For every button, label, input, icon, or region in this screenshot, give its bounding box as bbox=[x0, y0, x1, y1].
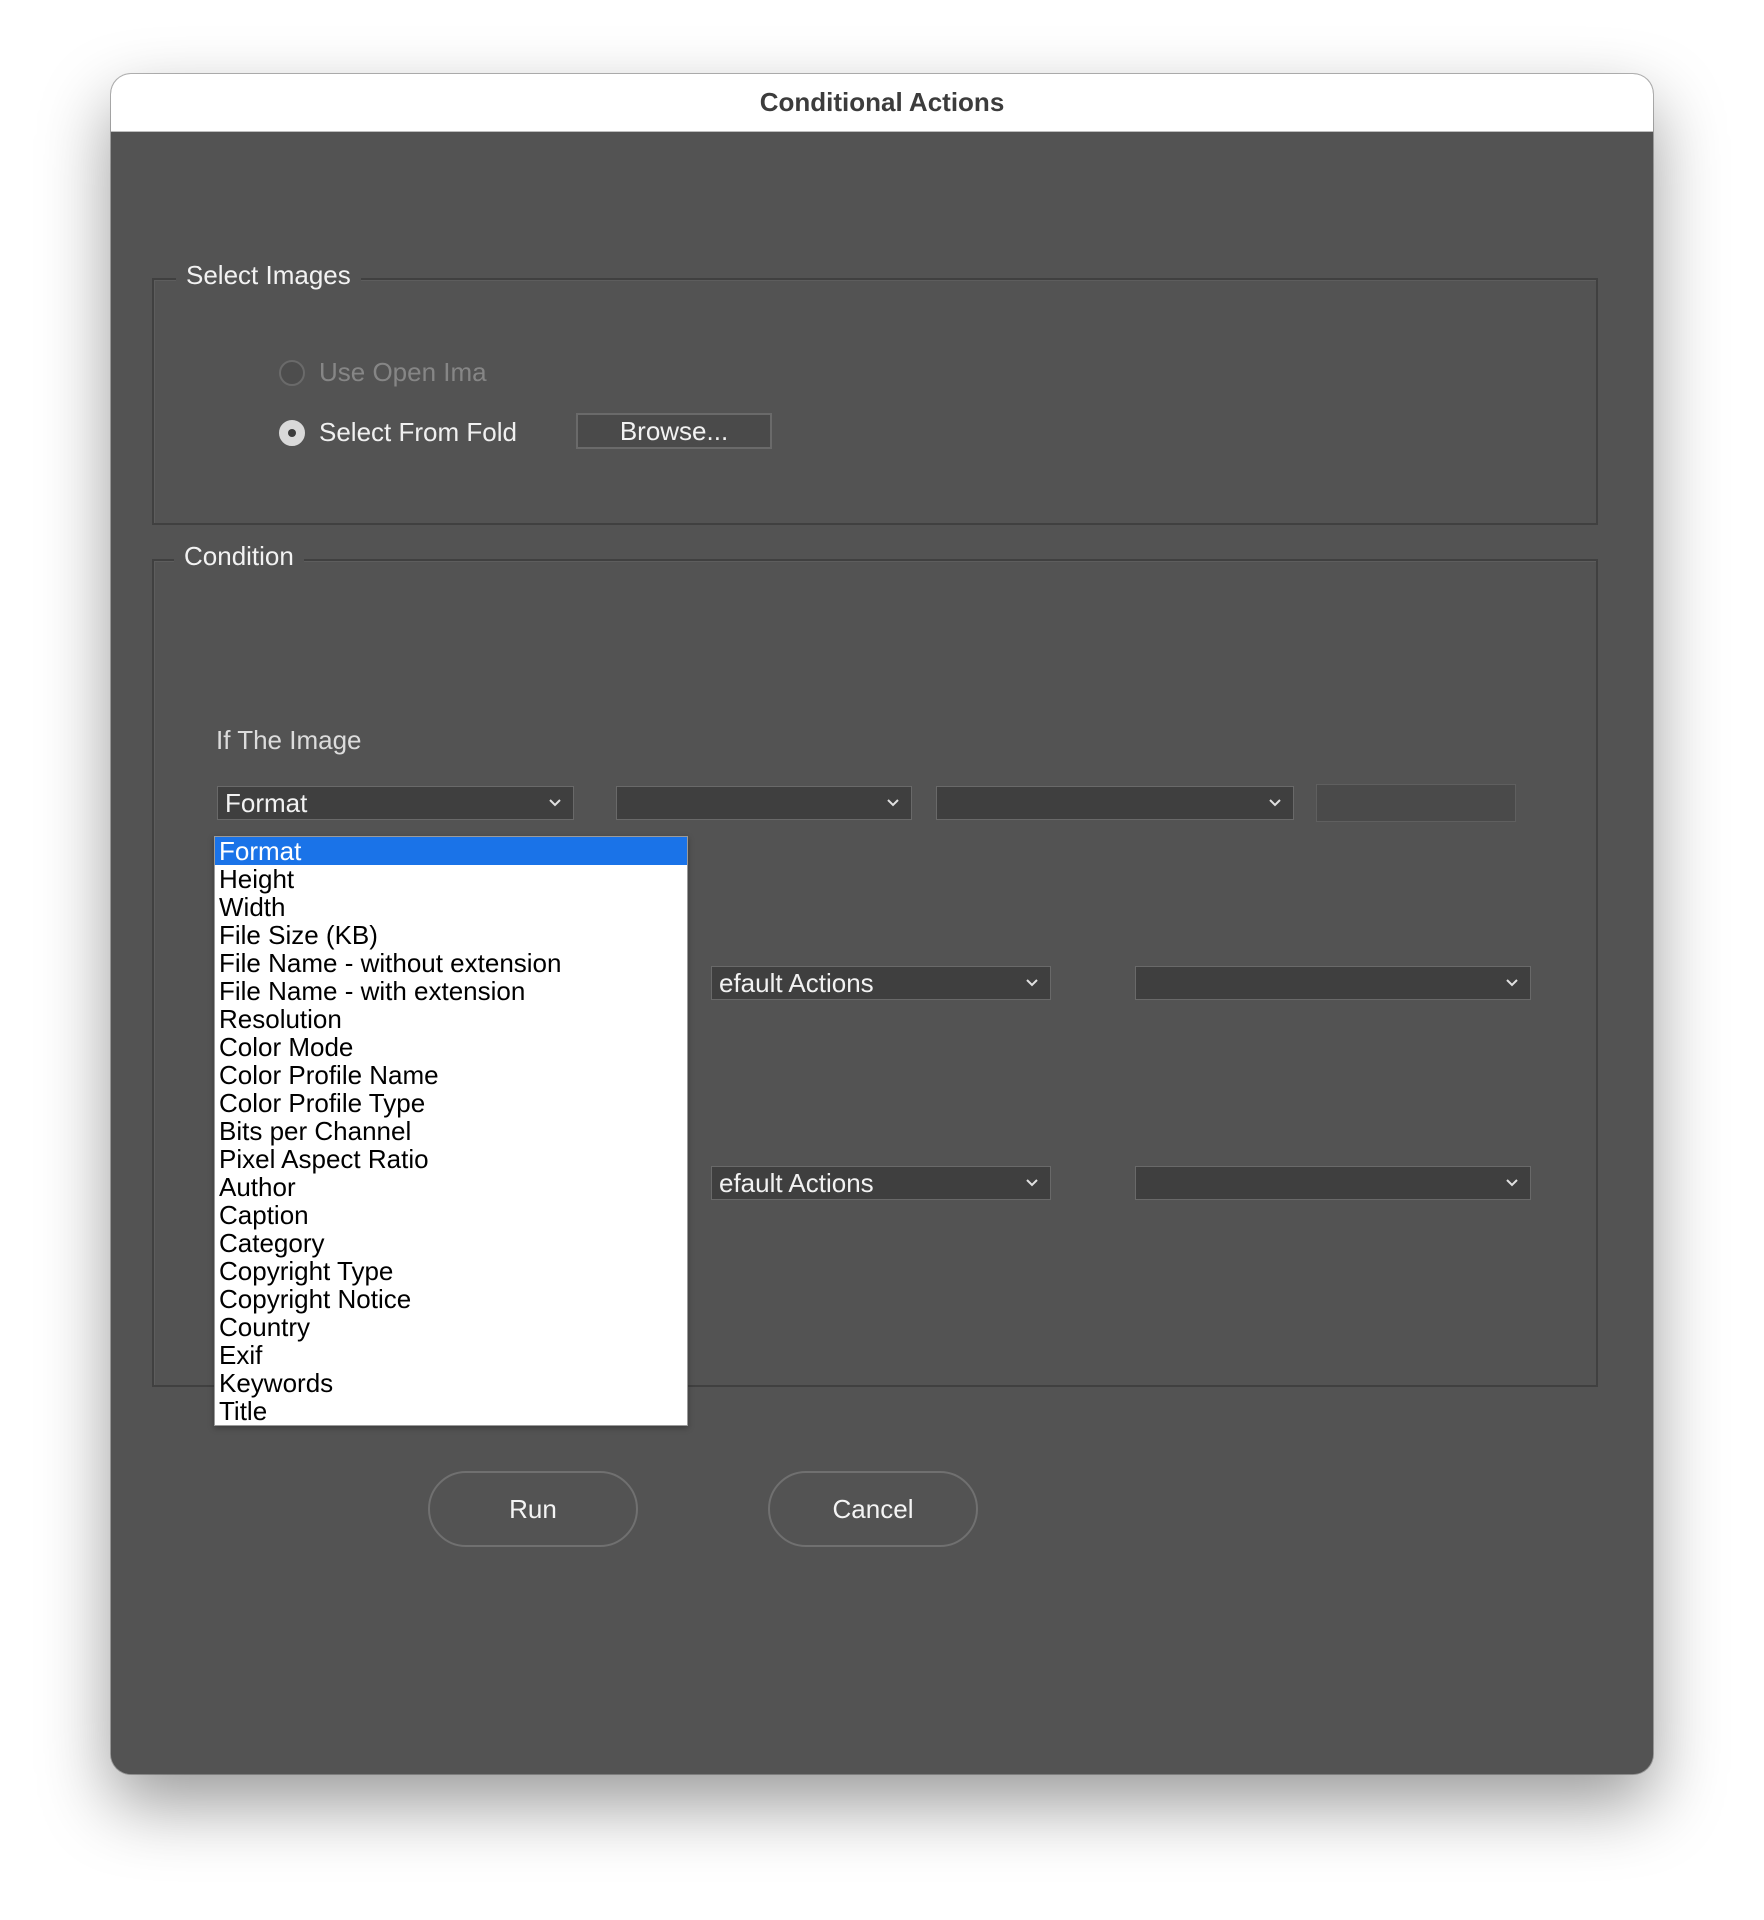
operator-select[interactable] bbox=[616, 786, 912, 820]
action-set-select-2-value: efault Actions bbox=[719, 1167, 874, 1198]
run-button[interactable]: Run bbox=[428, 1471, 638, 1547]
conditional-actions-dialog: Conditional Actions Select Images Use Op… bbox=[111, 74, 1653, 1774]
use-open-images-option[interactable]: Use Open Ima bbox=[279, 357, 519, 388]
condition-value-input[interactable] bbox=[1316, 784, 1516, 822]
select-from-folder-option[interactable]: Select From Fold bbox=[279, 417, 519, 448]
menu-item-color-profile-name[interactable]: Color Profile Name bbox=[215, 1061, 687, 1089]
menu-item-copyright-notice[interactable]: Copyright Notice bbox=[215, 1285, 687, 1313]
menu-item-pixel-aspect-ratio[interactable]: Pixel Aspect Ratio bbox=[215, 1145, 687, 1173]
chevron-down-icon bbox=[1267, 794, 1283, 810]
use-open-images-label: Use Open Ima bbox=[319, 357, 487, 387]
menu-item-category[interactable]: Category bbox=[215, 1229, 687, 1257]
menu-item-width[interactable]: Width bbox=[215, 893, 687, 921]
attribute-select-value: Format bbox=[225, 787, 308, 818]
attribute-select[interactable]: Format bbox=[217, 786, 574, 820]
menu-item-exif[interactable]: Exif bbox=[215, 1341, 687, 1369]
menu-item-file-name-with-extension[interactable]: File Name - with extension bbox=[215, 977, 687, 1005]
select-from-folder-label: Select From Fold bbox=[319, 417, 517, 447]
compare-value-select[interactable] bbox=[936, 786, 1294, 820]
menu-item-file-name-without-extension[interactable]: File Name - without extension bbox=[215, 949, 687, 977]
chevron-down-icon bbox=[885, 794, 901, 810]
menu-item-bits-per-channel[interactable]: Bits per Channel bbox=[215, 1117, 687, 1145]
action-set-select-2[interactable]: efault Actions bbox=[711, 1166, 1051, 1200]
chevron-down-icon bbox=[547, 794, 563, 810]
menu-item-file-size[interactable]: File Size (KB) bbox=[215, 921, 687, 949]
attribute-dropdown-menu: Format Height Width File Size (KB) File … bbox=[214, 836, 688, 1426]
dialog-content: Select Images Use Open Ima Select From F… bbox=[111, 132, 1653, 1774]
select-images-title: Select Images bbox=[176, 260, 361, 291]
window-title: Conditional Actions bbox=[111, 74, 1653, 132]
menu-item-country[interactable]: Country bbox=[215, 1313, 687, 1341]
menu-item-keywords[interactable]: Keywords bbox=[215, 1369, 687, 1397]
browse-button[interactable]: Browse... bbox=[576, 413, 772, 449]
chevron-down-icon bbox=[1504, 1174, 1520, 1190]
menu-item-height[interactable]: Height bbox=[215, 865, 687, 893]
chevron-down-icon bbox=[1504, 974, 1520, 990]
select-images-group: Select Images Use Open Ima Select From F… bbox=[152, 260, 1598, 525]
menu-item-caption[interactable]: Caption bbox=[215, 1201, 687, 1229]
action-set-select-1-value: efault Actions bbox=[719, 967, 874, 998]
menu-item-title[interactable]: Title bbox=[215, 1397, 687, 1425]
menu-item-author[interactable]: Author bbox=[215, 1173, 687, 1201]
action-select-1[interactable] bbox=[1135, 966, 1531, 1000]
select-from-folder-radio[interactable] bbox=[279, 419, 305, 446]
action-set-select-1[interactable]: efault Actions bbox=[711, 966, 1051, 1000]
chevron-down-icon bbox=[1024, 1174, 1040, 1190]
menu-item-color-mode[interactable]: Color Mode bbox=[215, 1033, 687, 1061]
menu-item-format[interactable]: Format bbox=[215, 837, 687, 865]
action-select-2[interactable] bbox=[1135, 1166, 1531, 1200]
if-the-image-label: If The Image bbox=[216, 725, 362, 755]
menu-item-resolution[interactable]: Resolution bbox=[215, 1005, 687, 1033]
cancel-button[interactable]: Cancel bbox=[768, 1471, 978, 1547]
condition-title: Condition bbox=[174, 541, 304, 572]
use-open-images-radio[interactable] bbox=[279, 359, 305, 386]
menu-item-copyright-type[interactable]: Copyright Type bbox=[215, 1257, 687, 1285]
chevron-down-icon bbox=[1024, 974, 1040, 990]
menu-item-color-profile-type[interactable]: Color Profile Type bbox=[215, 1089, 687, 1117]
